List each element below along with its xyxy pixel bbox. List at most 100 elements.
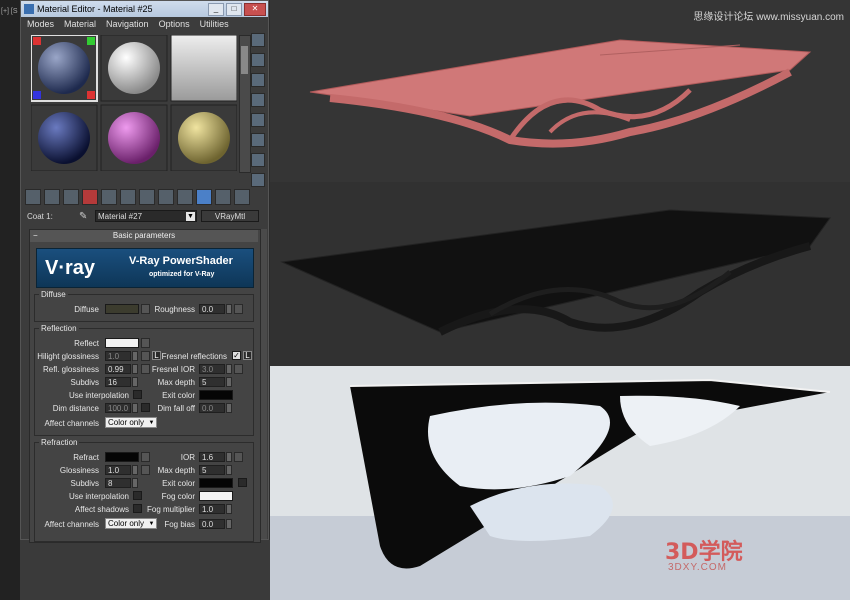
refr-affect-channels-select[interactable]: Color only ▼ — [105, 518, 157, 529]
put-to-library-icon[interactable] — [139, 189, 155, 205]
reset-map-icon[interactable] — [82, 189, 98, 205]
rollout-header[interactable]: − Basic parameters — [30, 230, 258, 242]
ior-spinner[interactable] — [226, 452, 232, 462]
viewport-perspective-shaded[interactable]: 思缘设计论坛 www.missyuan.com — [270, 0, 850, 182]
options-icon[interactable] — [251, 153, 265, 167]
uv-tiling-icon[interactable] — [251, 93, 265, 107]
slot-blue[interactable] — [30, 104, 98, 172]
diffuse-map-button[interactable] — [141, 304, 150, 314]
fog-multiplier-field[interactable]: 1.0 — [199, 504, 225, 514]
slot-checker[interactable] — [30, 34, 98, 102]
refl-use-interp-checkbox[interactable] — [133, 390, 142, 399]
refl-affect-channels-select[interactable]: Color only ▼ — [105, 417, 157, 428]
viewport-perspective-dark[interactable] — [270, 182, 850, 366]
dim-distance-checkbox[interactable] — [141, 403, 150, 412]
reflection-group: Reflection Reflect Hilight glossiness 1.… — [34, 324, 254, 436]
refr-max-depth-field[interactable]: 5 — [199, 465, 225, 475]
slot-yellow[interactable] — [170, 104, 238, 172]
get-material-icon[interactable] — [25, 189, 41, 205]
menu-navigation[interactable]: Navigation — [106, 17, 149, 31]
assign-to-selection-icon[interactable] — [63, 189, 79, 205]
put-to-scene-icon[interactable] — [44, 189, 60, 205]
make-copy-icon[interactable] — [101, 189, 117, 205]
fresnel-ior-spinner[interactable] — [226, 364, 232, 374]
dim-distance-field[interactable]: 100.0 — [105, 403, 131, 413]
ior-field[interactable]: 1.6 — [199, 452, 225, 462]
slot-pink[interactable] — [100, 104, 168, 172]
refl-subdivs-spinner[interactable] — [132, 377, 138, 387]
refl-max-depth-spinner[interactable] — [226, 377, 232, 387]
background-icon[interactable] — [251, 73, 265, 87]
make-unique-icon[interactable] — [120, 189, 136, 205]
refl-glossiness-field[interactable]: 0.99 — [105, 364, 131, 374]
hilight-lock-L[interactable]: L — [152, 351, 161, 360]
material-name-dropdown[interactable]: Material #27 ▼ — [95, 210, 197, 222]
refr-max-depth-label: Max depth — [157, 466, 195, 475]
affect-shadows-checkbox[interactable] — [133, 504, 142, 513]
roughness-map-button[interactable] — [234, 304, 243, 314]
select-by-material-icon[interactable] — [251, 173, 265, 187]
fog-bias-field[interactable]: 0.0 — [199, 519, 225, 529]
refr-max-depth-spinner[interactable] — [226, 465, 232, 475]
refr-exit-color-swatch[interactable] — [199, 478, 233, 488]
refr-gloss-map-button[interactable] — [141, 465, 150, 475]
refr-glossiness-field[interactable]: 1.0 — [105, 465, 131, 475]
video-check-icon[interactable] — [251, 113, 265, 127]
slot-grey-flat[interactable] — [170, 34, 238, 102]
refr-subdivs-field[interactable]: 8 — [105, 478, 131, 488]
menu-utilities[interactable]: Utilities — [200, 17, 229, 31]
fog-bias-spinner[interactable] — [226, 519, 232, 529]
hilight-map-button[interactable] — [141, 351, 150, 361]
refr-use-interp-checkbox[interactable] — [133, 491, 142, 500]
fresnel-reflections-checkbox[interactable]: ✓ — [232, 351, 241, 360]
material-id-icon[interactable] — [158, 189, 174, 205]
backlight-icon[interactable] — [251, 53, 265, 67]
reflect-map-button[interactable] — [141, 338, 150, 348]
diffuse-color-swatch[interactable] — [105, 304, 139, 314]
slot-white[interactable] — [100, 34, 168, 102]
hilight-glossiness-field[interactable]: 1.0 — [105, 351, 131, 361]
minimize-button[interactable]: _ — [208, 3, 224, 16]
go-parent-icon[interactable] — [215, 189, 231, 205]
show-map-icon[interactable] — [177, 189, 193, 205]
fresnel-ior-map-button[interactable] — [234, 364, 243, 374]
refr-glossiness-spinner[interactable] — [132, 465, 138, 475]
ior-map-button[interactable] — [234, 452, 243, 462]
fresnel-lock-L[interactable]: L — [243, 351, 252, 360]
menu-modes[interactable]: Modes — [27, 17, 54, 31]
menu-options[interactable]: Options — [159, 17, 190, 31]
refract-color-swatch[interactable] — [105, 452, 139, 462]
make-preview-icon[interactable] — [251, 133, 265, 147]
close-button[interactable]: ✕ — [244, 3, 266, 16]
refl-max-depth-field[interactable]: 5 — [199, 377, 225, 387]
fresnel-ior-field[interactable]: 3.0 — [199, 364, 225, 374]
reflect-color-swatch[interactable] — [105, 338, 139, 348]
slots-scrollbar[interactable] — [239, 35, 251, 173]
dim-distance-spinner[interactable] — [132, 403, 138, 413]
roughness-field[interactable]: 0.0 — [199, 304, 225, 314]
title-bar[interactable]: Material Editor - Material #25 _ □ ✕ — [21, 1, 268, 17]
menu-material[interactable]: Material — [64, 17, 96, 31]
sample-type-icon[interactable] — [251, 33, 265, 47]
dim-falloff-field[interactable]: 0.0 — [199, 403, 225, 413]
refl-subdivs-field[interactable]: 16 — [105, 377, 131, 387]
refract-map-button[interactable] — [141, 452, 150, 462]
fog-multiplier-spinner[interactable] — [226, 504, 232, 514]
chevron-down-icon: ▼ — [148, 420, 155, 426]
roughness-spinner[interactable] — [226, 304, 232, 314]
maximize-button[interactable]: □ — [226, 3, 242, 16]
hilight-glossiness-spinner[interactable] — [132, 351, 138, 361]
refr-exit-color-checkbox[interactable] — [238, 478, 247, 487]
scroll-thumb[interactable] — [241, 46, 248, 74]
refl-glossiness-spinner[interactable] — [132, 364, 138, 374]
panel-scrollbar[interactable] — [261, 229, 267, 539]
refl-exit-color-swatch[interactable] — [199, 390, 233, 400]
refl-gloss-map-button[interactable] — [141, 364, 150, 374]
dim-falloff-spinner[interactable] — [226, 403, 232, 413]
pick-material-icon[interactable]: ✎ — [79, 211, 87, 222]
show-end-result-icon[interactable] — [196, 189, 212, 205]
material-type-button[interactable]: VRayMtl — [201, 210, 259, 222]
go-sibling-icon[interactable] — [234, 189, 250, 205]
refr-subdivs-spinner[interactable] — [132, 478, 138, 488]
fog-color-swatch[interactable] — [199, 491, 233, 501]
